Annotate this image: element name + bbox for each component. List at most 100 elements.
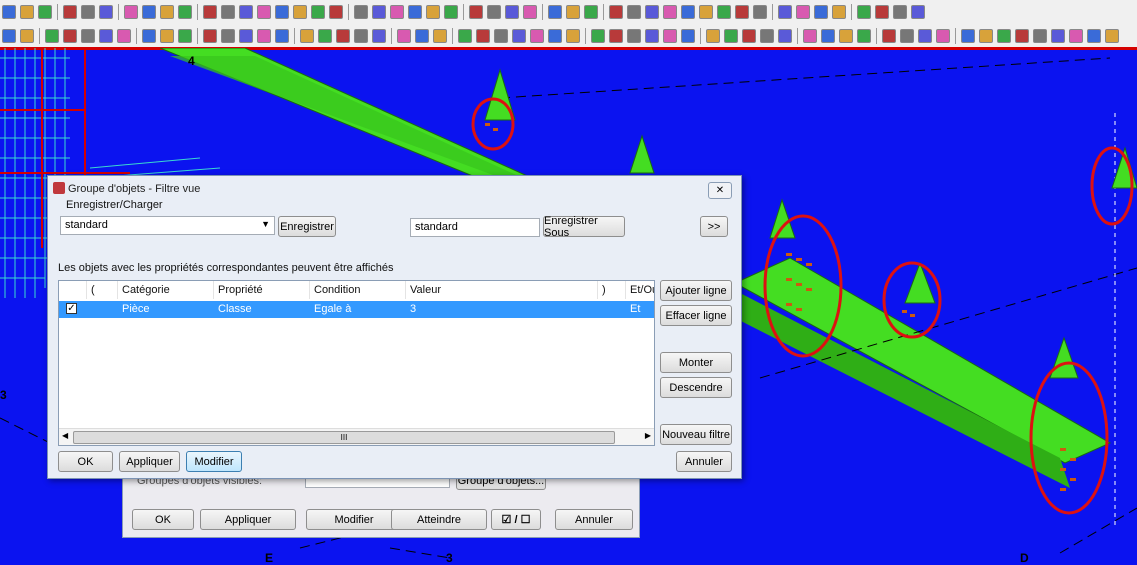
tool-icon[interactable] — [239, 28, 253, 43]
tool-icon[interactable] — [311, 5, 325, 19]
tool-icon[interactable] — [487, 5, 501, 19]
row-checkbox[interactable]: ✓ — [66, 303, 77, 314]
tool-icon[interactable] — [354, 28, 368, 43]
tool-icon[interactable] — [1069, 28, 1083, 43]
tool-icon[interactable] — [415, 28, 429, 43]
scroll-right-icon[interactable]: ▶ — [645, 431, 651, 440]
tool-icon[interactable] — [645, 28, 659, 43]
tool-icon[interactable] — [566, 28, 580, 43]
tool-icon[interactable] — [742, 28, 756, 43]
tool-icon[interactable] — [548, 5, 562, 19]
tool-icon[interactable] — [142, 5, 156, 19]
tool-icon[interactable] — [936, 28, 950, 43]
tool-icon[interactable] — [20, 5, 34, 19]
tool-icon[interactable] — [372, 28, 386, 43]
tool-icon[interactable] — [584, 5, 598, 19]
tool-icon[interactable] — [318, 28, 332, 43]
tool-icon[interactable] — [663, 28, 677, 43]
tool-icon[interactable] — [117, 28, 131, 43]
tool-icon[interactable] — [663, 5, 677, 19]
tool-icon[interactable] — [124, 5, 138, 19]
tool-icon[interactable] — [1051, 28, 1065, 43]
tool-icon[interactable] — [390, 5, 404, 19]
tool-icon[interactable] — [257, 5, 271, 19]
scroll-thumb[interactable]: III — [73, 431, 615, 444]
tool-icon[interactable] — [160, 28, 174, 43]
filter-grid[interactable]: ( Catégorie Propriété Condition Valeur )… — [58, 280, 655, 446]
tool-icon[interactable] — [609, 28, 623, 43]
tool-icon[interactable] — [372, 5, 386, 19]
tool-icon[interactable] — [523, 5, 537, 19]
tool-icon[interactable] — [979, 28, 993, 43]
tool-icon[interactable] — [2, 28, 16, 43]
tool-icon[interactable] — [444, 5, 458, 19]
modify-button[interactable]: Modifier — [306, 509, 402, 530]
reach-button[interactable]: Atteindre — [391, 509, 487, 530]
tool-icon[interactable] — [1015, 28, 1029, 43]
tool-icon[interactable] — [81, 28, 95, 43]
tool-icon[interactable] — [997, 28, 1011, 43]
tool-icon[interactable] — [778, 5, 792, 19]
close-icon[interactable]: ✕ — [708, 182, 732, 199]
tool-icon[interactable] — [911, 5, 925, 19]
delete-row-button[interactable]: Effacer ligne — [660, 305, 732, 326]
more-button[interactable]: >> — [700, 216, 728, 237]
tool-icon[interactable] — [99, 5, 113, 19]
tool-icon[interactable] — [300, 28, 314, 43]
tool-icon[interactable] — [1033, 28, 1047, 43]
tool-icon[interactable] — [433, 28, 447, 43]
tool-icon[interactable] — [63, 28, 77, 43]
tool-icon[interactable] — [645, 5, 659, 19]
tool-icon[interactable] — [760, 28, 774, 43]
tool-icon[interactable] — [627, 5, 641, 19]
tool-icon[interactable] — [512, 28, 526, 43]
tool-icon[interactable] — [717, 5, 731, 19]
tool-icon[interactable] — [397, 28, 411, 43]
tool-icon[interactable] — [81, 5, 95, 19]
tool-icon[interactable] — [961, 28, 975, 43]
tool-icon[interactable] — [591, 28, 605, 43]
tool-icon[interactable] — [530, 28, 544, 43]
tool-icon[interactable] — [20, 28, 34, 43]
toggle-all-button[interactable]: ☑ / ☐ — [491, 509, 541, 530]
tool-icon[interactable] — [458, 28, 472, 43]
scroll-left-icon[interactable]: ◀ — [62, 431, 68, 440]
tool-icon[interactable] — [275, 5, 289, 19]
tool-icon[interactable] — [38, 5, 52, 19]
tool-icon[interactable] — [753, 5, 767, 19]
tool-icon[interactable] — [839, 28, 853, 43]
tool-icon[interactable] — [203, 28, 217, 43]
tool-icon[interactable] — [724, 28, 738, 43]
tool-icon[interactable] — [408, 5, 422, 19]
tool-icon[interactable] — [221, 5, 235, 19]
tool-icon[interactable] — [681, 5, 695, 19]
tool-icon[interactable] — [832, 5, 846, 19]
ok-button[interactable]: OK — [132, 509, 194, 530]
tool-icon[interactable] — [1087, 28, 1101, 43]
tool-icon[interactable] — [548, 28, 562, 43]
tool-icon[interactable] — [239, 5, 253, 19]
tool-icon[interactable] — [900, 28, 914, 43]
tool-icon[interactable] — [778, 28, 792, 43]
modify-button[interactable]: Modifier — [186, 451, 242, 472]
tool-icon[interactable] — [609, 5, 623, 19]
preset-select[interactable]: standard ▼ — [60, 216, 275, 235]
tool-icon[interactable] — [257, 28, 271, 43]
tool-icon[interactable] — [699, 5, 713, 19]
tool-icon[interactable] — [796, 5, 810, 19]
tool-icon[interactable] — [505, 5, 519, 19]
tool-icon[interactable] — [275, 28, 289, 43]
table-row[interactable]: ✓ Pièce Classe Egale à 3 Et — [59, 301, 654, 318]
tool-icon[interactable] — [426, 5, 440, 19]
tool-icon[interactable] — [63, 5, 77, 19]
tool-icon[interactable] — [329, 5, 343, 19]
tool-icon[interactable] — [293, 5, 307, 19]
tool-icon[interactable] — [706, 28, 720, 43]
tool-icon[interactable] — [476, 28, 490, 43]
tool-icon[interactable] — [494, 28, 508, 43]
tool-icon[interactable] — [160, 5, 174, 19]
ok-button[interactable]: OK — [58, 451, 113, 472]
tool-icon[interactable] — [857, 28, 871, 43]
tool-icon[interactable] — [1105, 28, 1119, 43]
tool-icon[interactable] — [735, 5, 749, 19]
